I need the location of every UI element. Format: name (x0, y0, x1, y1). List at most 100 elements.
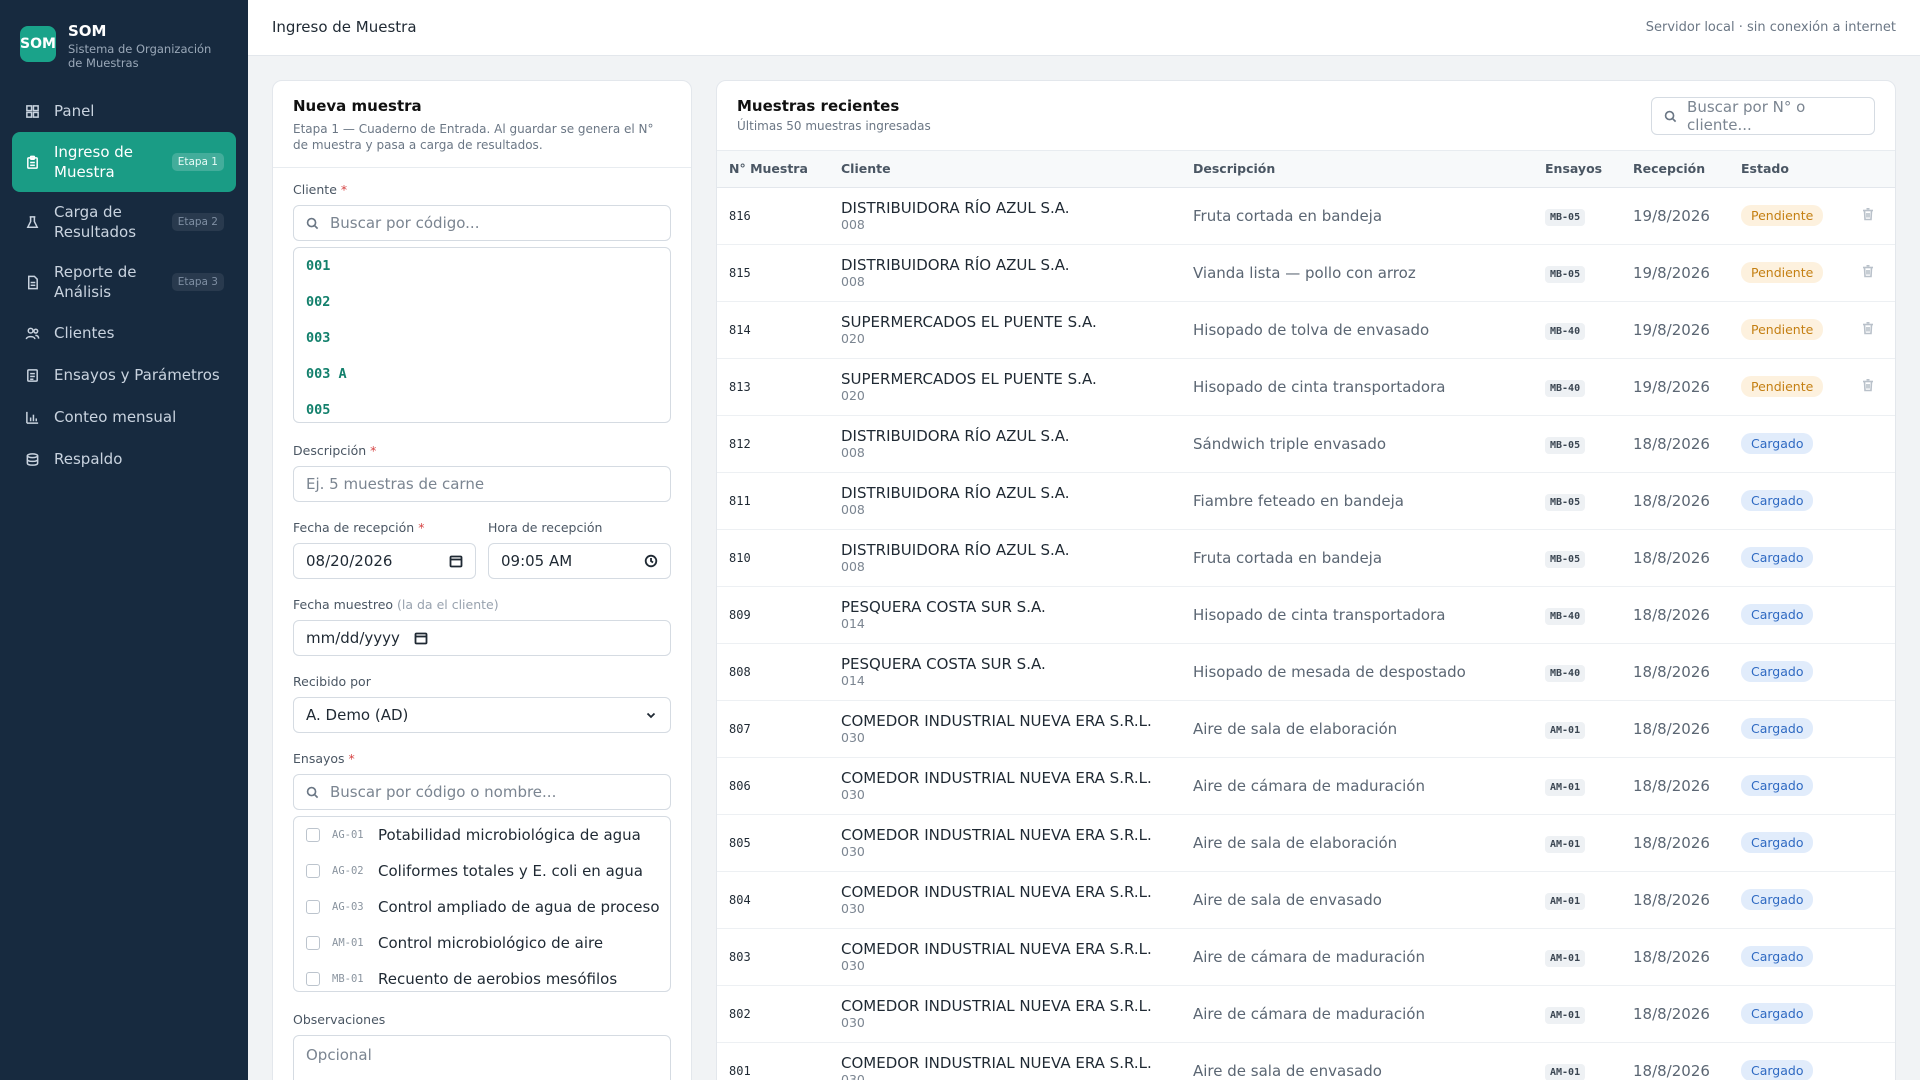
actions-cell (1849, 301, 1895, 359)
stage-badge: Etapa 2 (171, 213, 224, 231)
client-cell: SUPERMERCADOS EL PUENTE S.A. 020 (829, 358, 1181, 416)
sampling-date-input[interactable]: mm/dd/yyyy (293, 620, 671, 656)
status-cell: Cargado (1729, 643, 1849, 701)
status-badge: Cargado (1741, 490, 1814, 511)
col-header-description[interactable]: Descripción (1181, 151, 1533, 188)
table-row[interactable]: 806 COMEDOR INDUSTRIAL NUEVA ERA S.R.L. 03… (717, 757, 1895, 815)
table-row[interactable]: 805 COMEDOR INDUSTRIAL NUEVA ERA S.R.L. 03… (717, 814, 1895, 872)
trash-icon[interactable] (1861, 378, 1875, 396)
checkbox[interactable] (306, 864, 320, 878)
client-name: DISTRIBUIDORA RÍO AZUL S.A. (841, 426, 1070, 445)
actions-cell (1849, 985, 1895, 1043)
dashboard-icon (24, 103, 40, 119)
status-badge: Cargado (1741, 889, 1814, 910)
client-code: 008 (841, 558, 865, 574)
reception-date: 19/8/2026 (1621, 187, 1729, 245)
reception-date-input[interactable]: 08/20/2026 (293, 543, 476, 579)
trash-icon[interactable] (1861, 321, 1875, 339)
checkbox[interactable] (306, 936, 320, 950)
brand: SOM SOM Sistema de Organización de Muest… (20, 22, 218, 70)
table-row[interactable]: 808 PESQUERA COSTA SUR S.A. 014 Hisopado de… (717, 643, 1895, 701)
client-cell: COMEDOR INDUSTRIAL NUEVA ERA S.R.L. 030 (829, 700, 1181, 758)
sidebar-item-ingreso-de-muestra[interactable]: Ingreso de Muestra Etapa 1 (12, 132, 236, 192)
checkbox[interactable] (306, 972, 320, 986)
received-by-select[interactable]: A. Demo (AD) (293, 697, 671, 733)
assay-tag: MB-40 (1545, 664, 1586, 682)
observations-textarea[interactable]: Opcional (293, 1035, 671, 1080)
sample-number: 801 (717, 1042, 829, 1080)
assay-option[interactable]: AG-02 Coliformes totales y E. coli en agu… (294, 853, 670, 889)
checkbox[interactable] (306, 900, 320, 914)
database-icon (24, 451, 40, 467)
client-name: DISTRIBUIDORA RÍO AZUL S.A. (841, 483, 1070, 502)
assay-option[interactable]: AM-01 Control microbiológico de aire (294, 925, 670, 961)
status-cell: Cargado (1729, 985, 1849, 1043)
client-code: 030 (841, 900, 865, 916)
status-badge: Cargado (1741, 946, 1814, 967)
table-row[interactable]: 803 COMEDOR INDUSTRIAL NUEVA ERA S.R.L. 03… (717, 928, 1895, 986)
status-cell: Cargado (1729, 871, 1849, 929)
sidebar-item-panel[interactable]: Panel (12, 90, 236, 132)
table-row[interactable]: 814 SUPERMERCADOS EL PUENTE S.A. 020 Hisopa… (717, 301, 1895, 359)
col-header-number[interactable]: N° Muestra (717, 151, 829, 188)
table-row[interactable]: 807 COMEDOR INDUSTRIAL NUEVA ERA S.R.L. 03… (717, 700, 1895, 758)
client-search-input[interactable]: Buscar por código... (293, 205, 671, 241)
client-option[interactable]: 003 (294, 320, 670, 356)
assay-option[interactable]: AG-03 Control ampliado de agua de proceso (294, 889, 670, 925)
checkbox[interactable] (306, 828, 320, 842)
assay-options-list: AG-01 Potabilidad microbiológica de agua A… (293, 816, 671, 992)
table-row[interactable]: 813 SUPERMERCADOS EL PUENTE S.A. 020 Hisopa… (717, 358, 1895, 416)
col-header-status[interactable]: Estado (1729, 151, 1849, 188)
client-option[interactable]: 002 (294, 284, 670, 320)
clock-icon[interactable] (644, 554, 658, 568)
table-row[interactable]: 815 DISTRIBUIDORA RÍO AZUL S.A. 008 Vianda … (717, 244, 1895, 302)
sidebar-item-label: Respaldo (54, 450, 123, 468)
reception-time-label: Hora de recepción (488, 520, 603, 535)
table-row[interactable]: 816 DISTRIBUIDORA RÍO AZUL S.A. 008 Fruta c… (717, 187, 1895, 245)
sidebar-item-reporte-de-analisis[interactable]: Reporte de Análisis Etapa 3 (12, 252, 236, 312)
col-header-assays[interactable]: Ensayos (1533, 151, 1621, 188)
trash-icon[interactable] (1861, 264, 1875, 282)
table-row[interactable]: 811 DISTRIBUIDORA RÍO AZUL S.A. 008 Fiambre… (717, 472, 1895, 530)
table-row[interactable]: 802 COMEDOR INDUSTRIAL NUEVA ERA S.R.L. 03… (717, 985, 1895, 1043)
table-row[interactable]: 810 DISTRIBUIDORA RÍO AZUL S.A. 008 Fruta c… (717, 529, 1895, 587)
assay-search-input[interactable]: Buscar por código o nombre... (293, 774, 671, 810)
reception-date-label: Fecha de recepción * (293, 520, 425, 535)
client-option[interactable]: 003 A (294, 356, 670, 392)
calendar-icon[interactable] (449, 554, 463, 568)
actions-cell (1849, 928, 1895, 986)
assay-option[interactable]: MB-01 Recuento de aerobios mesófilos (294, 961, 670, 991)
status-cell: Cargado (1729, 1042, 1849, 1080)
table-row[interactable]: 809 PESQUERA COSTA SUR S.A. 014 Hisopado de… (717, 586, 1895, 644)
assay-tag: MB-40 (1545, 322, 1586, 340)
client-name: COMEDOR INDUSTRIAL NUEVA ERA S.R.L. (841, 996, 1152, 1015)
description-input[interactable]: Ej. 5 muestras de carne (293, 466, 671, 502)
sample-number: 816 (717, 187, 829, 245)
client-cell: SUPERMERCADOS EL PUENTE S.A. 020 (829, 301, 1181, 359)
assay-cell: MB-40 (1533, 358, 1621, 416)
client-option[interactable]: 001 (294, 248, 670, 284)
sample-number: 808 (717, 643, 829, 701)
table-row[interactable]: 804 COMEDOR INDUSTRIAL NUEVA ERA S.R.L. 03… (717, 871, 1895, 929)
actions-cell (1849, 529, 1895, 587)
sidebar-item-respaldo[interactable]: Respaldo (12, 438, 236, 480)
client-code: 020 (841, 330, 865, 346)
sidebar-item-carga-de-resultados[interactable]: Carga de Resultados Etapa 2 (12, 192, 236, 252)
assay-option[interactable]: AG-01 Potabilidad microbiológica de agua (294, 817, 670, 853)
sample-search-input[interactable]: Buscar por N° o cliente... (1651, 97, 1875, 135)
reception-time-input[interactable]: 09:05 AM (488, 543, 671, 579)
assay-tag: MB-05 (1545, 436, 1586, 454)
sidebar-item-clientes[interactable]: Clientes (12, 312, 236, 354)
trash-icon[interactable] (1861, 207, 1875, 225)
sidebar-item-ensayos-y-parametros[interactable]: Ensayos y Parámetros (12, 354, 236, 396)
client-option[interactable]: 005 (294, 392, 670, 422)
sidebar-item-conteo-mensual[interactable]: Conteo mensual (12, 396, 236, 438)
new-sample-form: Nueva muestra Etapa 1 — Cuaderno de Entr… (272, 80, 692, 1080)
col-header-client[interactable]: Cliente (829, 151, 1181, 188)
assay-cell: MB-40 (1533, 301, 1621, 359)
table-row[interactable]: 801 COMEDOR INDUSTRIAL NUEVA ERA S.R.L. 03… (717, 1042, 1895, 1080)
calendar-icon[interactable] (414, 631, 428, 645)
table-row[interactable]: 812 DISTRIBUIDORA RÍO AZUL S.A. 008 Sándwic… (717, 415, 1895, 473)
sidebar-nav: Panel Ingreso de Muestra Etapa 1 Carga de R… (12, 90, 236, 480)
col-header-reception[interactable]: Recepción (1621, 151, 1729, 188)
